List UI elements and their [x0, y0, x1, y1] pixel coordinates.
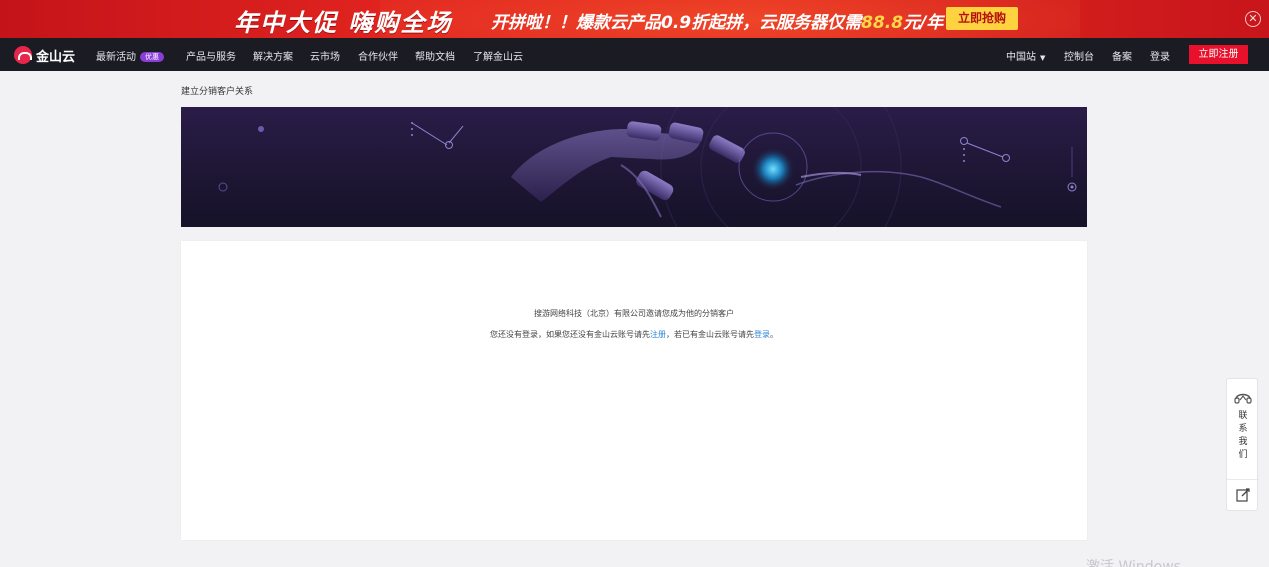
filing-link[interactable]: 备案 [1112, 48, 1132, 63]
promo-title: 年中大促 嗨购全场 [234, 9, 453, 37]
top-nav: 金山云 最新活动 优惠 产品与服务 解决方案 云市场 合作伙伴 帮助文档 了解金山… [0, 38, 1269, 71]
windows-activation-watermark: 激活 Windows [1086, 559, 1181, 567]
login-prompt-prefix: 您还没有登录，如果您还没有金山云账号请先 [490, 330, 650, 339]
promo-buy-button[interactable]: 立即抢购 [946, 7, 1018, 30]
login-link-inline[interactable]: 登录 [754, 330, 770, 339]
contact-label-char: 联 [1238, 411, 1248, 421]
region-selector[interactable]: 中国站 ▼ [1006, 48, 1045, 63]
promo-subtitle-price: 88.8 [861, 13, 904, 33]
promo-subtitle: 开拼啦！！爆款云产品0.9折起拼，云服务器仅需88.8元/年 [491, 8, 943, 33]
promo-subtitle-main: 开拼啦！！爆款云产品0.9折起拼，云服务器仅需 [491, 13, 862, 33]
nav-item-latest-activity[interactable]: 最新活动 优惠 [96, 48, 164, 63]
nav-item-docs[interactable]: 帮助文档 [415, 48, 455, 63]
logo-text: 金山云 [36, 49, 76, 65]
logo[interactable]: 金山云 [14, 45, 75, 65]
promo-subtitle-unit: 元/年 [903, 13, 944, 33]
divider [1227, 479, 1259, 480]
edit-feedback-icon[interactable] [1236, 488, 1250, 502]
close-icon[interactable]: ✕ [1245, 11, 1261, 27]
contact-label-char: 系 [1238, 424, 1248, 434]
contact-label-char: 们 [1238, 450, 1248, 460]
login-link[interactable]: 登录 [1150, 48, 1170, 63]
nav-item-solutions[interactable]: 解决方案 [253, 48, 293, 63]
robot-hand-illustration [218, 107, 1077, 227]
promo-badge: 优惠 [140, 52, 164, 62]
register-link[interactable]: 注册 [650, 330, 666, 339]
login-prompt-middle: ，若已有金山云账号请先 [666, 330, 754, 339]
contact-us-label: 联 系 我 们 [1227, 410, 1259, 462]
login-prompt: 您还没有登录，如果您还没有金山云账号请先注册，若已有金山云账号请先登录。 [181, 329, 1087, 340]
nav-item-marketplace[interactable]: 云市场 [310, 48, 340, 63]
headset-icon [1234, 393, 1252, 404]
console-link[interactable]: 控制台 [1064, 48, 1094, 63]
invite-message: 搜游网络科技（北京）有限公司邀请您成为他的分销客户 [534, 309, 734, 318]
caret-down-icon: ▼ [1040, 54, 1046, 62]
region-label: 中国站 [1006, 52, 1036, 63]
page-title: 建立分销客户关系 [181, 87, 254, 97]
login-prompt-suffix: 。 [770, 330, 778, 339]
hero-banner-image [181, 107, 1087, 227]
contact-us-widget[interactable]: 联 系 我 们 [1226, 378, 1259, 511]
invite-card: 搜游网络科技（北京）有限公司邀请您成为他的分销客户 您还没有登录，如果您还没有金… [181, 241, 1087, 540]
signup-button[interactable]: 立即注册 [1189, 45, 1248, 64]
contact-label-char: 我 [1238, 437, 1248, 447]
nav-item-about[interactable]: 了解金山云 [473, 48, 523, 63]
cloud-logo-icon [14, 46, 32, 64]
nav-item-label: 最新活动 [96, 52, 136, 63]
nav-item-products[interactable]: 产品与服务 [186, 48, 236, 63]
nav-item-partners[interactable]: 合作伙伴 [358, 48, 398, 63]
promo-banner[interactable]: 年中大促 嗨购全场 开拼啦！！爆款云产品0.9折起拼，云服务器仅需88.8元/年… [0, 0, 1269, 38]
